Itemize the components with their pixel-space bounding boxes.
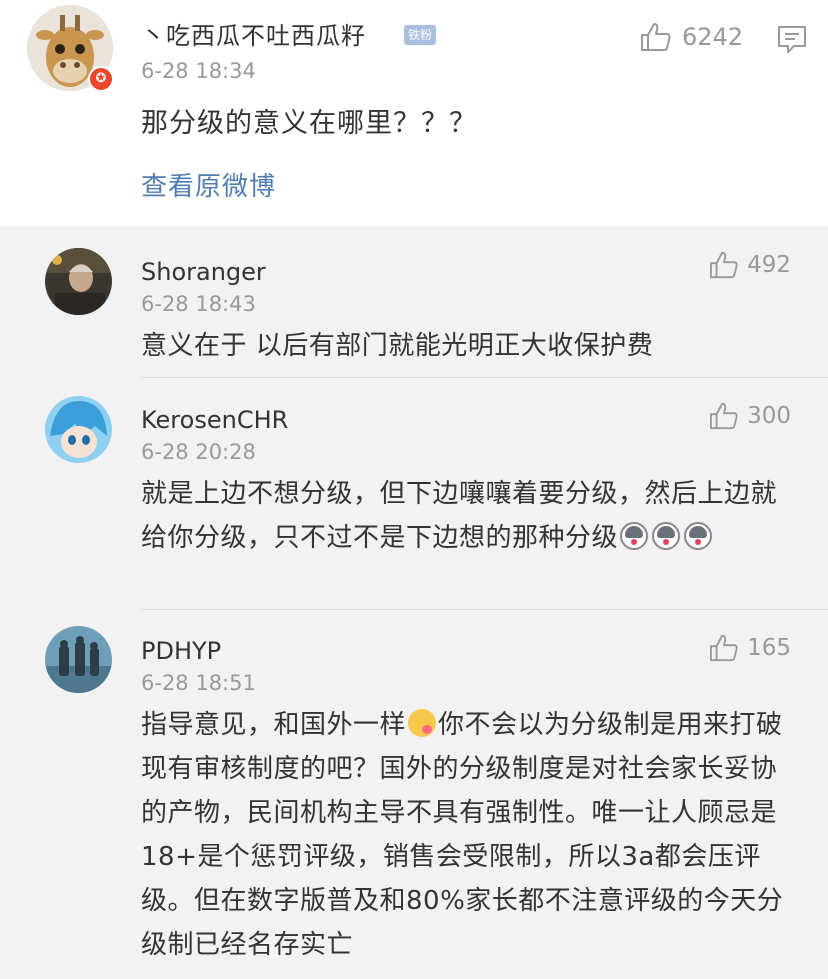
thumbs-up-icon xyxy=(710,402,738,430)
like-button[interactable]: 6242 xyxy=(640,22,743,52)
comment-timestamp: 6-28 18:34 xyxy=(141,59,256,83)
like-button[interactable]: 165 xyxy=(709,634,791,662)
reply-timestamp: 6-28 20:28 xyxy=(141,440,256,464)
reply-username[interactable]: Shoranger xyxy=(141,258,266,286)
thumbs-up-icon xyxy=(710,251,738,279)
avatar[interactable] xyxy=(45,396,112,463)
husky-emoji xyxy=(652,522,681,550)
reply-text: 指导意见，和国外一样 你不会以为分级制是用来打破现有审核制度的吧？国外的分级制度是… xyxy=(141,703,791,967)
comment-bubble-icon xyxy=(778,26,806,53)
husky-emoji xyxy=(684,522,713,550)
reply-timestamp: 6-28 18:51 xyxy=(141,671,256,695)
reply-text-content: 指导意见，和国外一样 xyxy=(141,710,407,740)
reply-item: PDHYP 6-28 18:51 指导意见，和国外一样 你不会以为分级制是用来打破… xyxy=(0,610,828,979)
comment-text: 那分级的意义在哪里？？？ xyxy=(141,108,477,139)
view-original-link[interactable]: 查看原微博 xyxy=(141,166,276,203)
vip-badge-icon: ✪ xyxy=(88,66,114,92)
like-button[interactable]: 492 xyxy=(709,251,791,279)
reply-item: KerosenCHR 6-28 20:28 就是上边不想分级，但下边嚷嚷着要分级… xyxy=(0,378,828,610)
anime-avatar-icon xyxy=(45,396,112,463)
yum-emoji xyxy=(408,709,437,737)
like-count: 492 xyxy=(747,252,791,278)
like-count: 300 xyxy=(747,403,791,429)
reply-username[interactable]: PDHYP xyxy=(141,637,221,665)
main-comment: ✪ 丶吃西瓜不吐西瓜籽 铁粉 6-28 18:34 那分级的意义在哪里？？？ 查… xyxy=(0,0,828,226)
thumbs-up-icon xyxy=(710,634,738,662)
avatar[interactable] xyxy=(45,626,112,693)
husky-emoji xyxy=(620,522,649,550)
reply-timestamp: 6-28 18:43 xyxy=(141,292,256,316)
reply-text-content: 就是上边不想分级，但下边嚷嚷着要分级，然后上边就给你分级，只不过不是下边想的那种… xyxy=(141,479,778,553)
reply-item: Shoranger 6-28 18:43 意义在于 以后有部门就能光明正大收保护… xyxy=(0,226,828,378)
reply-text: 就是上边不想分级，但下边嚷嚷着要分级，然后上边就给你分级，只不过不是下边想的那种… xyxy=(141,472,791,560)
soldier-avatar-icon xyxy=(45,626,112,693)
comment-username[interactable]: 丶吃西瓜不吐西瓜籽 xyxy=(141,16,366,51)
reply-text-content: 你不会以为分级制是用来打破现有审核制度的吧？国外的分级制度是对社会家长妥协的产物… xyxy=(141,710,784,960)
thumbs-up-icon xyxy=(641,23,671,51)
like-button[interactable]: 300 xyxy=(709,402,791,430)
like-count: 165 xyxy=(747,635,791,661)
fan-badge: 铁粉 xyxy=(404,25,437,45)
reply-button[interactable] xyxy=(776,23,808,55)
reply-text: 意义在于 以后有部门就能光明正大收保护费 xyxy=(141,331,654,361)
user-photo-avatar-icon xyxy=(45,248,112,315)
reply-username[interactable]: KerosenCHR xyxy=(141,406,288,434)
avatar[interactable] xyxy=(45,248,112,315)
like-count: 6242 xyxy=(682,23,744,51)
